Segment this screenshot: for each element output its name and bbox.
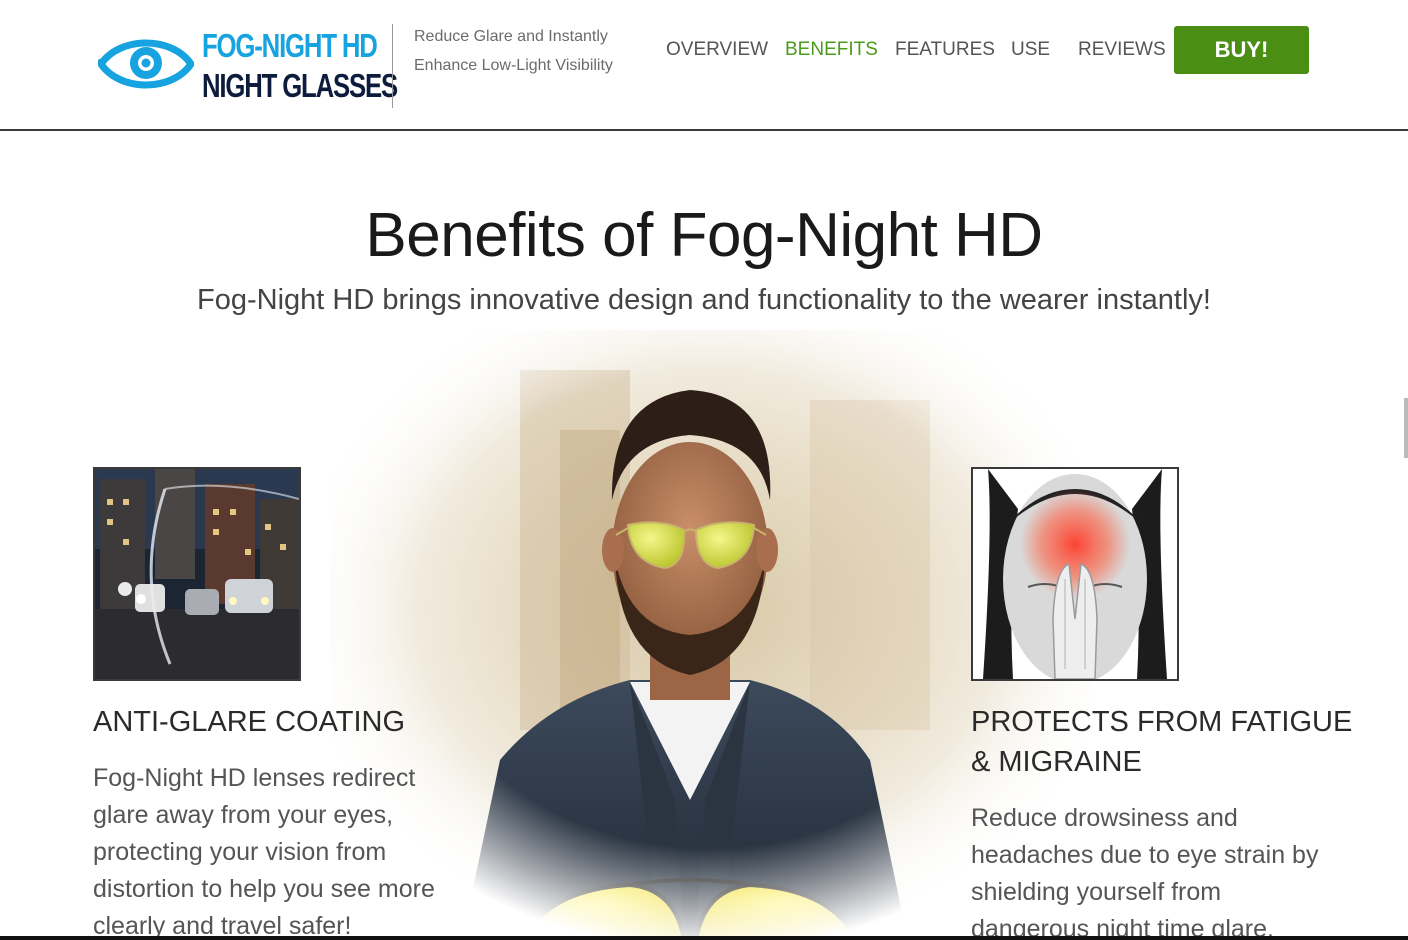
nav-use[interactable]: USE — [1011, 36, 1050, 64]
bottom-edge — [0, 936, 1408, 940]
page-subtitle: Fog-Night HD brings innovative design an… — [197, 284, 1211, 316]
nav-overview[interactable]: OVERVIEW — [666, 36, 768, 64]
tagline-line-1: Reduce Glare and Instantly — [414, 28, 608, 45]
scrollbar-thumb[interactable] — [1404, 398, 1408, 458]
woman-headache-image — [973, 469, 1177, 679]
brand-logo[interactable]: FOG-NIGHT HD NIGHT GLASSES — [98, 26, 398, 108]
anti-glare-line: distortion to help you see more — [93, 875, 435, 903]
anti-glare-image — [93, 467, 301, 681]
migraine-title-line: PROTECTS FROM FATIGUE — [971, 706, 1353, 738]
nav-reviews[interactable]: REVIEWS — [1078, 36, 1166, 64]
migraine-title: PROTECTS FROM FATIGUE & MIGRAINE — [971, 702, 1352, 782]
migraine-image — [971, 467, 1179, 681]
header-tagline: Reduce Glare and Instantly Enhance Low-L… — [414, 22, 644, 80]
logo-line-2: NIGHT GLASSES — [202, 67, 398, 104]
migraine-line: shielding yourself from — [971, 878, 1222, 906]
migraine-line: headaches due to eye strain by — [971, 841, 1319, 869]
tagline-line-2: Enhance Low-Light Visibility — [414, 57, 613, 74]
anti-glare-line: protecting your vision from — [93, 838, 387, 866]
header-divider — [392, 24, 393, 108]
logo-text-fog-night: FOG-NIGHT — [202, 27, 337, 64]
migraine-line: Reduce drowsiness and — [971, 804, 1238, 832]
page-title: Benefits of Fog-Night HD — [365, 201, 1043, 270]
anti-glare-text: Fog-Night HD lenses redirect glare away … — [93, 760, 435, 940]
anti-glare-line: Fog-Night HD lenses redirect — [93, 764, 416, 792]
buy-button[interactable]: BUY! — [1174, 26, 1309, 74]
logo-text-hd: HD — [335, 27, 378, 64]
migraine-title-line: & MIGRAINE — [971, 746, 1142, 778]
logo-line-1: FOG-NIGHT HD — [202, 27, 378, 64]
nav-features[interactable]: FEATURES — [895, 36, 995, 64]
page: FOG-NIGHT HD NIGHT GLASSES Reduce Glare … — [0, 0, 1408, 940]
anti-glare-title: ANTI-GLARE COATING — [93, 706, 406, 738]
eye-icon — [98, 39, 194, 89]
nav-benefits[interactable]: BENEFITS — [785, 36, 878, 64]
anti-glare-line: glare away from your eyes, — [93, 801, 394, 829]
night-street-image — [95, 469, 299, 679]
migraine-text: Reduce drowsiness and headaches due to e… — [971, 800, 1318, 940]
site-header: FOG-NIGHT HD NIGHT GLASSES Reduce Glare … — [0, 0, 1408, 131]
